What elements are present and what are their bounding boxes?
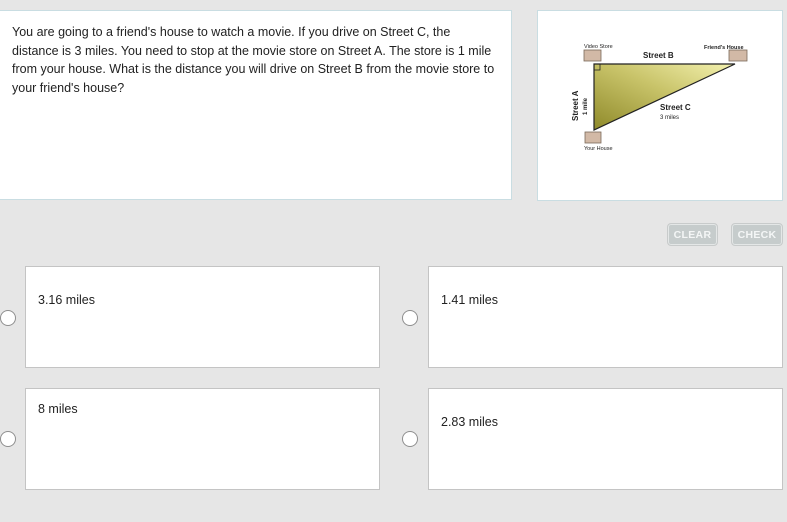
answer-option-2[interactable]: 1.41 miles (428, 266, 783, 368)
street-c-distance: 3 miles (660, 115, 679, 121)
video-store-icon (583, 49, 602, 62)
answer-option-1[interactable]: 3.16 miles (25, 266, 380, 368)
street-a-label: Street A (571, 90, 580, 121)
question-text: You are going to a friend's house to wat… (12, 25, 495, 95)
answer-option-label: 8 miles (38, 402, 78, 416)
your-house-icon (584, 131, 602, 144)
street-b-label: Street B (643, 51, 674, 60)
friends-house-icon (728, 49, 748, 62)
video-store-label: Video Store (584, 44, 613, 50)
answer-option-label: 3.16 miles (38, 293, 95, 307)
answer-radio-3[interactable] (0, 431, 16, 447)
answer-option-3[interactable]: 8 miles (25, 388, 380, 490)
street-a-distance: 1 mile (583, 97, 589, 115)
clear-button[interactable]: CLEAR (667, 223, 718, 246)
your-house-label: Your House (584, 146, 613, 152)
figure-card: Video Store Friend's House Your House St… (537, 10, 783, 201)
answer-option-4[interactable]: 2.83 miles (428, 388, 783, 490)
answer-radio-4[interactable] (402, 431, 418, 447)
street-c-label: Street C (660, 103, 691, 112)
street-diagram: Video Store Friend's House Your House St… (571, 44, 748, 152)
friends-house-label: Friend's House (704, 45, 744, 51)
answer-radio-2[interactable] (402, 310, 418, 326)
check-button[interactable]: CHECK (731, 223, 783, 246)
question-card: You are going to a friend's house to wat… (0, 10, 512, 200)
answer-option-label: 1.41 miles (441, 293, 498, 307)
answer-option-label: 2.83 miles (441, 415, 498, 429)
answer-radio-1[interactable] (0, 310, 16, 326)
